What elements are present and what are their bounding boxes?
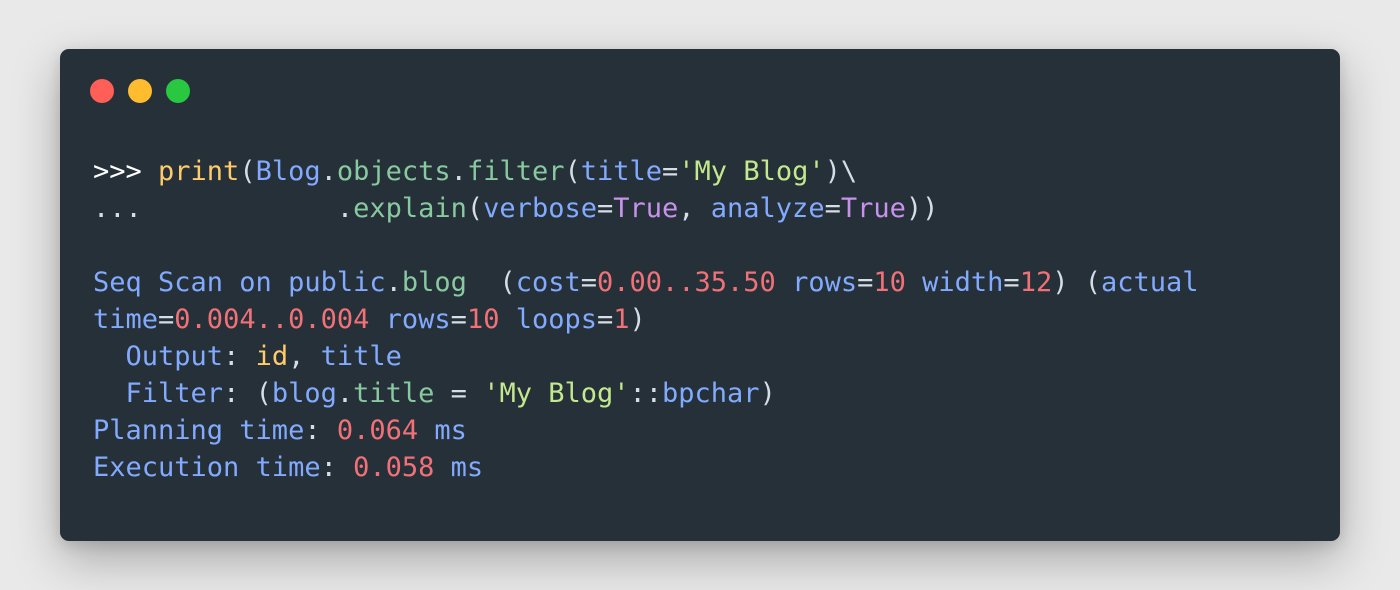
code-token: Execution time — [93, 452, 321, 483]
code-token: 0.00..35.50 — [596, 267, 776, 298]
code-token: : ( — [223, 378, 272, 409]
code-token: 0.004..0.004 — [174, 304, 370, 335]
code-token: print — [158, 156, 240, 187]
code-token: 10 — [873, 267, 906, 298]
code-token: = — [857, 267, 874, 298]
code-token: True — [840, 193, 906, 224]
code-token: verbose — [483, 193, 597, 224]
code-token: = — [158, 304, 175, 335]
code-token: analyze — [710, 193, 825, 224]
code-token: )) — [905, 193, 939, 224]
code-token: : — [304, 415, 337, 446]
code-token: :: — [629, 378, 663, 409]
code-line: Execution time: 0.058 ms — [93, 449, 1199, 486]
code-token: . — [336, 378, 354, 409]
code-token: ) — [759, 378, 776, 409]
window-controls — [90, 79, 190, 103]
code-token: objects — [336, 156, 451, 187]
code-token: = — [450, 304, 467, 335]
code-token: = — [580, 267, 597, 298]
code-token: 10 — [466, 304, 500, 335]
code-token: ms — [434, 415, 467, 446]
code-token: title — [320, 341, 402, 372]
code-token: = — [597, 304, 614, 335]
code-token: filter — [466, 156, 565, 187]
code-token: : — [320, 452, 354, 483]
code-token: , — [678, 193, 711, 224]
code-token: 'My Blog' — [678, 156, 825, 187]
code-token: . — [320, 156, 337, 187]
code-token: time — [93, 304, 159, 335]
code-token: ) — [629, 304, 646, 335]
code-token: ( — [564, 156, 581, 187]
code-token: title — [580, 156, 663, 187]
code-token: Output — [125, 341, 224, 372]
code-token: Filter — [125, 378, 224, 409]
maximize-button[interactable] — [166, 79, 190, 103]
code-token: . — [385, 267, 402, 298]
code-token: bpchar — [662, 378, 760, 409]
code-window: >>> print(Blog.objects.filter(title='My … — [60, 49, 1340, 541]
code-block: >>> print(Blog.objects.filter(title='My … — [93, 153, 1199, 486]
code-token: 'My Blog' — [483, 378, 630, 409]
code-token: . — [450, 156, 467, 187]
code-token: ms — [450, 452, 484, 483]
code-line: ... .explain(verbose=True, analyze=True)… — [93, 190, 1199, 227]
code-line: time=0.004..0.004 rows=10 loops=1) — [93, 301, 1199, 338]
code-token: ( — [466, 267, 516, 298]
code-token: cost — [515, 267, 581, 298]
code-token: 12 — [1019, 267, 1053, 298]
code-token: Planning time — [93, 415, 305, 446]
code-token: , — [288, 341, 321, 372]
code-token: rows — [792, 267, 858, 298]
code-line: Seq Scan on public.blog (cost=0.00..35.5… — [93, 264, 1199, 301]
code-token: 0.064 — [336, 415, 419, 446]
code-token: True — [613, 193, 679, 224]
code-token: Seq Scan on public — [93, 267, 386, 298]
minimize-button[interactable] — [128, 79, 152, 103]
code-token: title — [353, 378, 435, 409]
code-token: = — [434, 378, 484, 409]
code-line: Filter: (blog.title = 'My Blog'::bpchar) — [93, 375, 1199, 412]
code-token: )\ — [824, 156, 858, 187]
code-token: ) ( — [1052, 267, 1101, 298]
code-token: 0.058 — [353, 452, 435, 483]
code-token: Blog — [255, 156, 321, 187]
code-line: Output: id, title — [93, 338, 1199, 375]
code-token: : — [223, 341, 256, 372]
code-line: Planning time: 0.064 ms — [93, 412, 1199, 449]
code-token: >>> — [93, 156, 159, 187]
code-token: ( — [466, 193, 484, 224]
code-token: = — [662, 156, 679, 187]
code-token: ... — [93, 193, 337, 224]
code-token: = — [596, 193, 614, 224]
code-token: loops — [515, 304, 597, 335]
code-token: 1 — [613, 304, 630, 335]
code-line: >>> print(Blog.objects.filter(title='My … — [93, 153, 1199, 190]
code-token: = — [824, 193, 841, 224]
code-token: = — [1003, 267, 1020, 298]
code-token: actual — [1100, 267, 1199, 298]
code-token: ( — [239, 156, 256, 187]
code-token: width — [922, 267, 1004, 298]
code-token: . — [336, 193, 354, 224]
code-token: blog — [401, 267, 467, 298]
code-token: rows — [385, 304, 451, 335]
code-token: blog — [271, 378, 337, 409]
code-token: explain — [353, 193, 467, 224]
code-token: id — [255, 341, 289, 372]
close-button[interactable] — [90, 79, 114, 103]
